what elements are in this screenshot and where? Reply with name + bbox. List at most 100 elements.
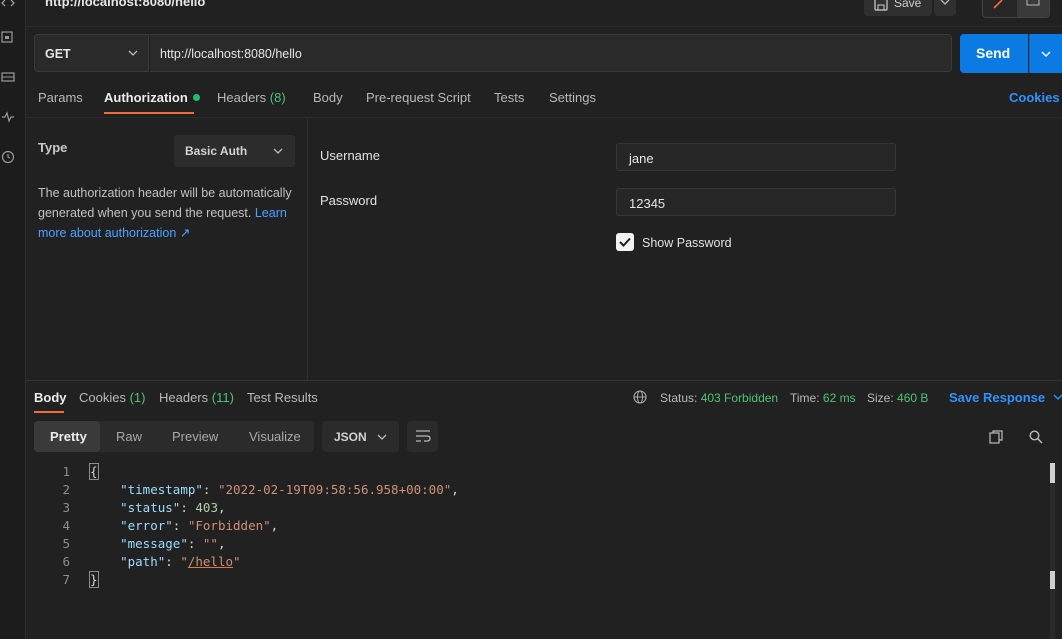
auth-type-value: Basic Auth (185, 144, 248, 158)
save-response-label: Save Response (949, 390, 1046, 405)
code-icon[interactable] (1, 0, 15, 10)
search-icon[interactable] (1029, 430, 1043, 444)
chevron-down-icon (273, 148, 283, 154)
view-toggle-group[interactable] (982, 0, 1050, 18)
response-tab-headers-label: Headers (159, 390, 209, 405)
json-string: "Forbidden" (187, 518, 271, 533)
code-line: { (89, 463, 99, 480)
status-value: 403 Forbidden (700, 391, 779, 405)
chevron-down-icon (940, 0, 950, 5)
response-status[interactable]: Status: 403 Forbidden (660, 391, 778, 405)
password-input[interactable]: 12345 (616, 188, 896, 216)
response-tab-body[interactable]: Body (34, 390, 67, 405)
response-tab-cookies-label: Cookies (79, 390, 126, 405)
send-dropdown-button[interactable] (1029, 34, 1062, 73)
path-link[interactable]: /hello (188, 554, 233, 569)
open-brace: { (89, 463, 99, 480)
show-password-label[interactable]: Show Password (642, 236, 732, 250)
response-size[interactable]: Size: 460 B (867, 391, 928, 405)
size-label: Size: (867, 391, 894, 405)
tab-params[interactable]: Params (38, 90, 83, 105)
tab-body[interactable]: Body (313, 90, 343, 105)
response-tab-test-results[interactable]: Test Results (247, 390, 318, 405)
username-value: jane (629, 151, 654, 166)
save-button[interactable]: Save (864, 0, 932, 16)
url-input[interactable]: http://localhost:8080/hello (150, 34, 952, 72)
cookies-link[interactable]: Cookies (1009, 90, 1060, 105)
view-preview-button[interactable]: Preview (172, 429, 218, 444)
auth-description: The authorization header will be automat… (38, 183, 300, 243)
environment-icon[interactable] (1, 70, 15, 84)
code-line: "error": "Forbidden", (120, 518, 279, 533)
format-select[interactable]: JSON (322, 421, 399, 452)
tab-authorization[interactable]: Authorization (104, 90, 200, 105)
save-dropdown-button[interactable] (934, 0, 956, 16)
json-key: "timestamp" (120, 482, 203, 497)
line-number: 3 (62, 500, 70, 515)
code-scrollbar[interactable] (1050, 463, 1055, 639)
url-value: http://localhost:8080/hello (160, 47, 302, 61)
tab-authorization-label: Authorization (104, 90, 188, 105)
auth-type-label: Type (38, 140, 68, 155)
scrollbar-thumb[interactable] (1050, 571, 1055, 589)
tab-headers[interactable]: Headers (8) (217, 90, 286, 105)
edit-icon[interactable] (992, 0, 1006, 10)
response-tab-headers[interactable]: Headers (11) (159, 390, 234, 405)
code-line: "status": 403, (120, 500, 226, 515)
left-rail (0, 0, 26, 639)
active-dot-icon (192, 94, 200, 101)
method-select[interactable]: GET (34, 34, 149, 72)
send-button[interactable]: Send (960, 34, 1028, 73)
method-value: GET (45, 47, 71, 61)
size-value: 460 B (897, 391, 929, 405)
password-value: 12345 (629, 196, 666, 211)
line-number: 2 (62, 482, 70, 497)
save-icon (874, 0, 888, 11)
username-input[interactable]: jane (616, 143, 896, 171)
auth-type-select[interactable]: Basic Auth (174, 135, 295, 167)
monitor-icon[interactable] (1, 110, 15, 124)
tab-settings[interactable]: Settings (549, 90, 596, 105)
show-password-checkbox[interactable] (616, 233, 634, 251)
view-pretty-button[interactable]: Pretty (50, 429, 87, 444)
password-label: Password (320, 193, 378, 208)
time-label: Time: (790, 391, 820, 405)
line-number: 1 (62, 464, 70, 479)
save-label: Save (894, 0, 922, 10)
view-mode-group: Pretty Raw Preview Visualize (34, 421, 314, 452)
send-label: Send (976, 45, 1011, 61)
wrap-lines-icon (416, 430, 431, 442)
chevron-down-icon (377, 434, 387, 440)
request-title[interactable]: http://localhost:8080/hello (45, 0, 205, 9)
chevron-down-icon (1041, 51, 1051, 57)
history-icon[interactable] (1, 150, 15, 164)
active-tab-indicator (104, 112, 194, 114)
status-label: Status: (660, 391, 698, 405)
view-visualize-button[interactable]: Visualize (249, 429, 301, 444)
line-number: 5 (62, 536, 70, 551)
json-key: "error" (120, 518, 173, 533)
wrap-lines-button[interactable] (407, 421, 438, 452)
json-key: "path" (120, 554, 166, 569)
globe-icon[interactable] (633, 390, 647, 404)
comment-toggle[interactable] (1017, 0, 1049, 17)
tab-pre-request-script[interactable]: Pre-request Script (366, 90, 471, 105)
json-string: "" (202, 536, 218, 551)
response-divider[interactable] (26, 380, 1062, 381)
auth-description-text: The authorization header will be automat… (38, 186, 292, 220)
line-number: 7 (62, 572, 70, 587)
scrollbar-thumb[interactable] (1050, 463, 1055, 483)
line-number: 4 (62, 518, 70, 533)
view-raw-button[interactable]: Raw (116, 429, 142, 444)
response-tab-cookies[interactable]: Cookies (1) (79, 390, 145, 405)
copy-icon[interactable] (989, 430, 1003, 444)
api-icon[interactable] (1, 30, 15, 44)
json-string: "2022-02-19T09:58:56.958+00:00" (217, 482, 452, 497)
tab-tests[interactable]: Tests (494, 90, 524, 105)
json-key: "message" (120, 536, 188, 551)
comment-icon (1026, 0, 1040, 6)
username-label: Username (320, 148, 380, 163)
save-response-button[interactable]: Save Response (949, 390, 1062, 405)
response-time[interactable]: Time: 62 ms (790, 391, 856, 405)
response-cookies-count: (1) (129, 390, 146, 405)
